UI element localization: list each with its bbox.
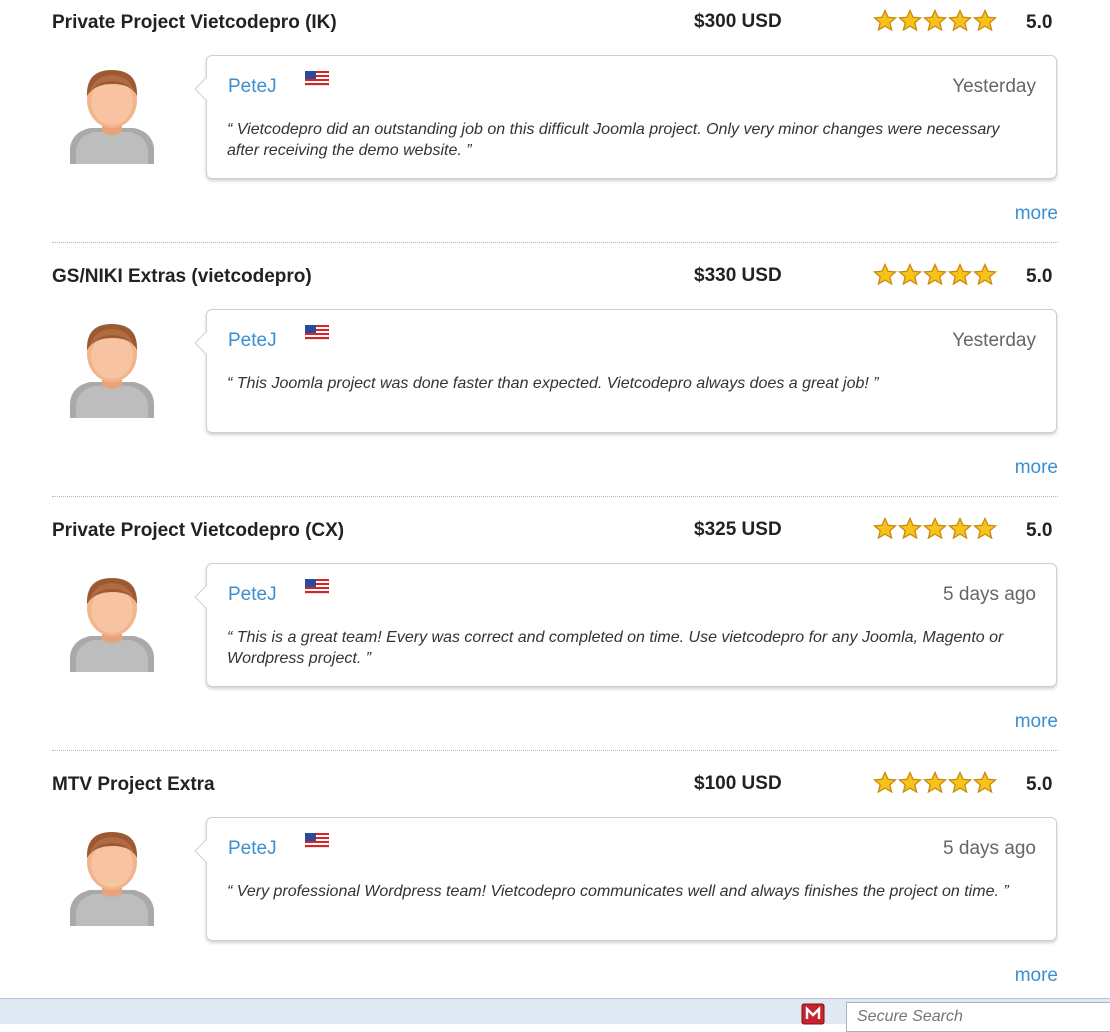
- star-icon: [948, 263, 972, 285]
- bubble-pointer: [194, 76, 219, 102]
- reviewer-name-link[interactable]: PeteJ: [228, 330, 277, 352]
- star-icon: [873, 771, 897, 793]
- review-comment: “ This is a great team! Every was correc…: [227, 629, 1004, 667]
- star-icon: [873, 517, 897, 539]
- more-link[interactable]: more: [1015, 965, 1058, 987]
- us-flag-icon: [305, 325, 329, 340]
- bubble-pointer: [194, 584, 219, 610]
- star-icon: [973, 771, 997, 793]
- review-date: 5 days ago: [943, 838, 1036, 859]
- reviewer-name-link[interactable]: PeteJ: [228, 76, 277, 98]
- star-icon: [873, 263, 897, 285]
- review-bubble: PeteJ 5 days ago “ Very professional Wor…: [194, 817, 1057, 941]
- project-price: $325 USD: [694, 519, 782, 540]
- star-icon: [973, 263, 997, 285]
- project-title[interactable]: MTV Project Extra: [52, 774, 215, 796]
- review-date: 5 days ago: [943, 584, 1036, 605]
- star-icon: [923, 771, 947, 793]
- divider: [52, 750, 1058, 751]
- star-icon: [923, 263, 947, 285]
- star-icon: [923, 517, 947, 539]
- review-item: Private Project Vietcodepro (IK) $300 US…: [0, 0, 1110, 254]
- star-icon: [923, 9, 947, 31]
- review-comment: “ Very professional Wordpress team! Viet…: [227, 883, 1009, 900]
- review-date: Yesterday: [952, 330, 1036, 351]
- star-icon: [898, 517, 922, 539]
- browser-bottom-bar: [0, 998, 1110, 1032]
- star-icon: [973, 517, 997, 539]
- review-comment: “ This Joomla project was done faster th…: [227, 375, 879, 392]
- review-item: Private Project Vietcodepro (CX) $325 US…: [0, 508, 1110, 762]
- star-icon: [948, 771, 972, 793]
- star-icon: [898, 263, 922, 285]
- rating-stars: [873, 517, 997, 539]
- review-bubble: PeteJ Yesterday “ This Joomla project wa…: [194, 309, 1057, 433]
- security-shield-icon[interactable]: [800, 1003, 826, 1025]
- review-date: Yesterday: [952, 76, 1036, 97]
- review-bubble: PeteJ Yesterday “ Vietcodepro did an out…: [194, 55, 1057, 179]
- rating-stars: [873, 9, 997, 31]
- review-comment: “ Vietcodepro did an outstanding job on …: [227, 121, 1000, 159]
- avatar-icon: [70, 578, 154, 672]
- project-title[interactable]: Private Project Vietcodepro (IK): [52, 12, 337, 34]
- rating-score: 5.0: [1026, 12, 1053, 33]
- review-item: MTV Project Extra $100 USD 5.0 PeteJ 5 d…: [0, 762, 1110, 1016]
- divider: [52, 242, 1058, 243]
- star-icon: [948, 9, 972, 31]
- star-icon: [948, 517, 972, 539]
- star-icon: [898, 9, 922, 31]
- star-icon: [973, 9, 997, 31]
- reviewer-name-link[interactable]: PeteJ: [228, 584, 277, 606]
- review-bubble: PeteJ 5 days ago “ This is a great team!…: [194, 563, 1057, 687]
- rating-score: 5.0: [1026, 266, 1053, 287]
- avatar-icon: [70, 832, 154, 926]
- divider: [52, 496, 1058, 497]
- project-title[interactable]: GS/NIKI Extras (vietcodepro): [52, 266, 312, 288]
- rating-score: 5.0: [1026, 520, 1053, 541]
- bubble-pointer: [194, 330, 219, 356]
- project-price: $300 USD: [694, 11, 782, 32]
- rating-stars: [873, 771, 997, 793]
- us-flag-icon: [305, 579, 329, 594]
- bubble-pointer: [194, 838, 219, 864]
- us-flag-icon: [305, 833, 329, 848]
- rating-score: 5.0: [1026, 774, 1053, 795]
- review-item: GS/NIKI Extras (vietcodepro) $330 USD 5.…: [0, 254, 1110, 508]
- star-icon: [898, 771, 922, 793]
- reviewer-name-link[interactable]: PeteJ: [228, 838, 277, 860]
- more-link[interactable]: more: [1015, 203, 1058, 225]
- us-flag-icon: [305, 71, 329, 86]
- project-price: $100 USD: [694, 773, 782, 794]
- avatar-icon: [70, 324, 154, 418]
- rating-stars: [873, 263, 997, 285]
- more-link[interactable]: more: [1015, 711, 1058, 733]
- project-price: $330 USD: [694, 265, 782, 286]
- avatar-icon: [70, 70, 154, 164]
- more-link[interactable]: more: [1015, 457, 1058, 479]
- secure-search-input[interactable]: [846, 1002, 1110, 1032]
- star-icon: [873, 9, 897, 31]
- project-title[interactable]: Private Project Vietcodepro (CX): [52, 520, 344, 542]
